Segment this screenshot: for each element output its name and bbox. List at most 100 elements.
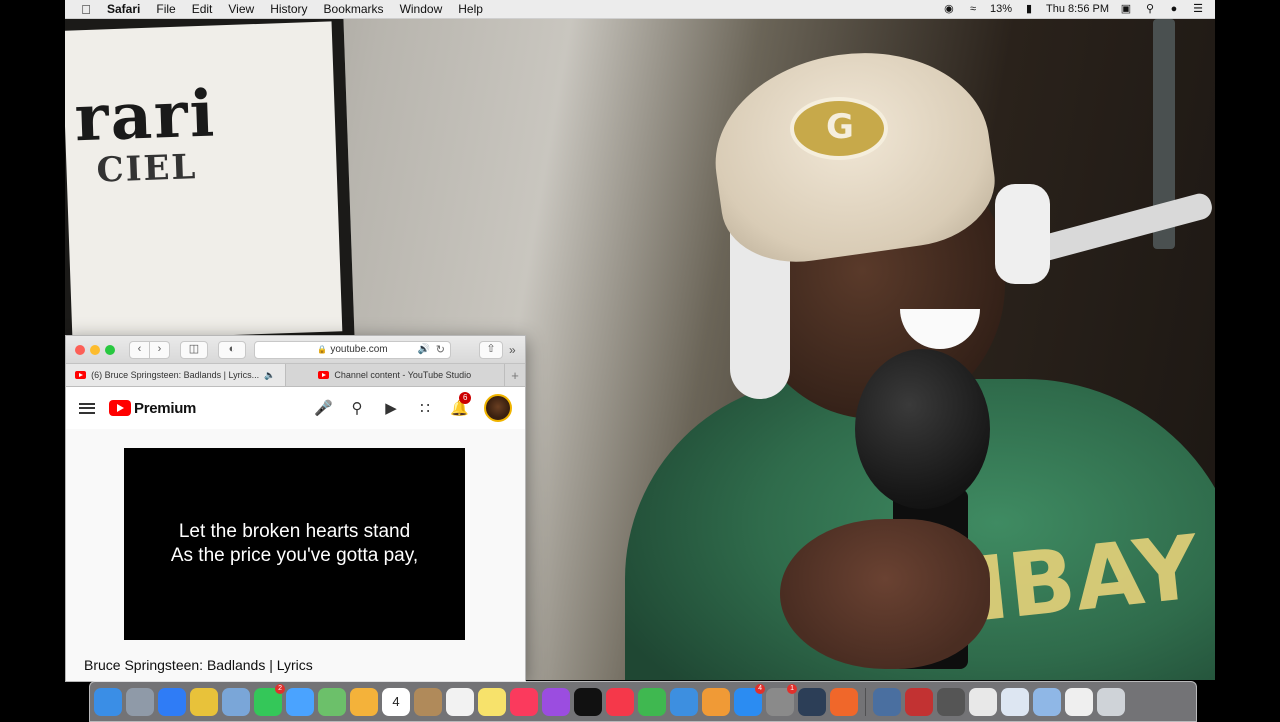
- reminders-icon[interactable]: [446, 687, 474, 716]
- packers-logo: [790, 97, 888, 160]
- notes-brown-icon[interactable]: [414, 687, 442, 716]
- menubar-clock[interactable]: Thu 8:56 PM: [1046, 3, 1109, 15]
- chrome-icon[interactable]: [190, 687, 218, 716]
- svg-text:CIEL: CIEL: [96, 147, 198, 190]
- microphone-icon[interactable]: 🎤: [314, 399, 333, 417]
- pages-icon[interactable]: [702, 687, 730, 716]
- youtube-favicon-icon: [318, 371, 330, 379]
- launchpad-icon[interactable]: [126, 687, 154, 716]
- address-bar[interactable]: 🔒 youtube.com 🔊 ↻: [254, 340, 451, 359]
- battery-icon[interactable]: ▮: [1022, 3, 1036, 15]
- messages-icon[interactable]: [286, 687, 314, 716]
- notification-center-icon[interactable]: ☰: [1191, 3, 1205, 15]
- back-button[interactable]: ‹: [129, 340, 150, 359]
- stop-recording-icon[interactable]: ◉: [942, 3, 956, 15]
- preview-icon[interactable]: [222, 687, 250, 716]
- menu-file[interactable]: File: [148, 0, 183, 18]
- hand: [780, 519, 990, 669]
- search-icon[interactable]: ⚲: [348, 399, 366, 417]
- dock-separator: [865, 687, 866, 716]
- screen-recorder-icon[interactable]: [830, 687, 858, 716]
- music-icon[interactable]: [510, 687, 538, 716]
- tab-audio-icon[interactable]: 🔈: [264, 370, 275, 381]
- menu-help[interactable]: Help: [450, 0, 491, 18]
- tab-badlands[interactable]: (6) Bruce Springsteen: Badlands | Lyrics…: [66, 364, 286, 386]
- document-2-icon[interactable]: [1001, 687, 1029, 716]
- podcasts-icon[interactable]: [542, 687, 570, 716]
- collage-icon[interactable]: [905, 687, 933, 716]
- notifications-bell-icon[interactable]: 🔔 6: [450, 392, 472, 417]
- header-actions: 🎤 ⚲ ▶ ∷ 🔔 6: [314, 392, 512, 422]
- close-window-button[interactable]: [75, 344, 85, 355]
- folder-icon[interactable]: [1033, 687, 1061, 716]
- photo-booth-icon[interactable]: [873, 687, 901, 716]
- trash-icon[interactable]: [1097, 687, 1125, 716]
- tv-icon[interactable]: [574, 687, 602, 716]
- photos-icon[interactable]: [350, 687, 378, 716]
- menu-edit[interactable]: Edit: [184, 0, 221, 18]
- wifi-icon[interactable]: ≈: [966, 3, 980, 15]
- stickies-icon[interactable]: [478, 687, 506, 716]
- letterbox-right: [1215, 0, 1280, 720]
- system-preferences-icon[interactable]: 1: [766, 683, 797, 716]
- logo-text: Premium: [134, 399, 197, 417]
- display-icon[interactable]: ▣: [1119, 3, 1133, 15]
- quicktime-icon[interactable]: [798, 687, 826, 716]
- menu-window[interactable]: Window: [392, 0, 451, 18]
- finder-icon[interactable]: [94, 687, 122, 716]
- sidebar-toggle-icon[interactable]: ◫: [180, 340, 208, 359]
- lyric-line-1: Let the broken hearts stand: [178, 521, 411, 542]
- calculator-icon[interactable]: [937, 687, 965, 716]
- menu-view[interactable]: View: [220, 0, 262, 18]
- youtube-favicon-icon: [75, 371, 87, 379]
- app-store-icon[interactable]: 4: [734, 683, 765, 716]
- numbers-icon[interactable]: [638, 687, 666, 716]
- spotlight-icon[interactable]: ⚲: [1143, 3, 1157, 15]
- menu-history[interactable]: History: [262, 0, 315, 18]
- apple-icon[interactable]: : [73, 2, 99, 17]
- tab-title: (6) Bruce Springsteen: Badlands | Lyrics…: [91, 370, 260, 380]
- keynote-icon[interactable]: [670, 687, 698, 716]
- minimize-window-button[interactable]: [90, 344, 100, 355]
- tab-bar: (6) Bruce Springsteen: Badlands | Lyrics…: [66, 364, 525, 387]
- zoom-window-button[interactable]: [105, 344, 115, 355]
- menu-bookmarks[interactable]: Bookmarks: [316, 0, 392, 18]
- dock-badge: 2: [275, 683, 285, 694]
- microphone-head: [855, 349, 990, 509]
- headphones-right: [995, 184, 1050, 284]
- dock-badge: 4: [755, 683, 765, 694]
- share-icon[interactable]: ⇧: [479, 340, 503, 359]
- tab-youtube-studio[interactable]: Channel content - YouTube Studio: [286, 364, 505, 386]
- calendar-icon[interactable]: 4: [382, 687, 410, 716]
- video-title: Bruce Springsteen: Badlands | Lyrics: [84, 657, 313, 673]
- dock-badge: 1: [787, 683, 797, 694]
- youtube-play-icon: [109, 400, 131, 416]
- menu-app-name[interactable]: Safari: [99, 0, 148, 18]
- create-video-icon[interactable]: ▶: [382, 399, 400, 417]
- avatar[interactable]: [484, 394, 512, 422]
- document-icon[interactable]: [969, 687, 997, 716]
- svg-text:rari: rari: [73, 76, 217, 156]
- facetime-icon[interactable]: 2: [254, 683, 285, 716]
- menu-icon[interactable]: [79, 402, 95, 414]
- apps-grid-icon[interactable]: ∷: [416, 399, 434, 417]
- notification-badge: 6: [459, 392, 472, 404]
- siri-icon[interactable]: ●: [1167, 3, 1181, 15]
- youtube-logo[interactable]: Premium: [109, 400, 196, 417]
- video-player[interactable]: Let the broken hearts stand As the price…: [124, 448, 465, 640]
- safari-icon[interactable]: [158, 687, 186, 716]
- toolbar-overflow-icon[interactable]: »: [509, 343, 516, 357]
- document-3-icon[interactable]: [1065, 687, 1093, 716]
- reload-icon[interactable]: ↻: [436, 343, 445, 356]
- mac-dock: 2 4 4 1: [89, 681, 1197, 722]
- privacy-shield-icon[interactable]: ◐: [218, 340, 246, 359]
- forward-button[interactable]: ›: [150, 340, 170, 359]
- safari-toolbar: ‹ › ◫ ◐ 🔒 youtube.com 🔊 ↻ ⇧ »: [66, 336, 525, 364]
- new-tab-button[interactable]: +: [505, 364, 525, 386]
- mac-menubar:  Safari File Edit View History Bookmark…: [65, 0, 1215, 19]
- poster-artwork: rari CIEL: [73, 62, 318, 205]
- wall-poster: rari CIEL: [65, 19, 355, 354]
- news-icon[interactable]: [606, 687, 634, 716]
- maps-icon[interactable]: [318, 687, 346, 716]
- audio-playing-icon[interactable]: 🔊: [418, 344, 430, 355]
